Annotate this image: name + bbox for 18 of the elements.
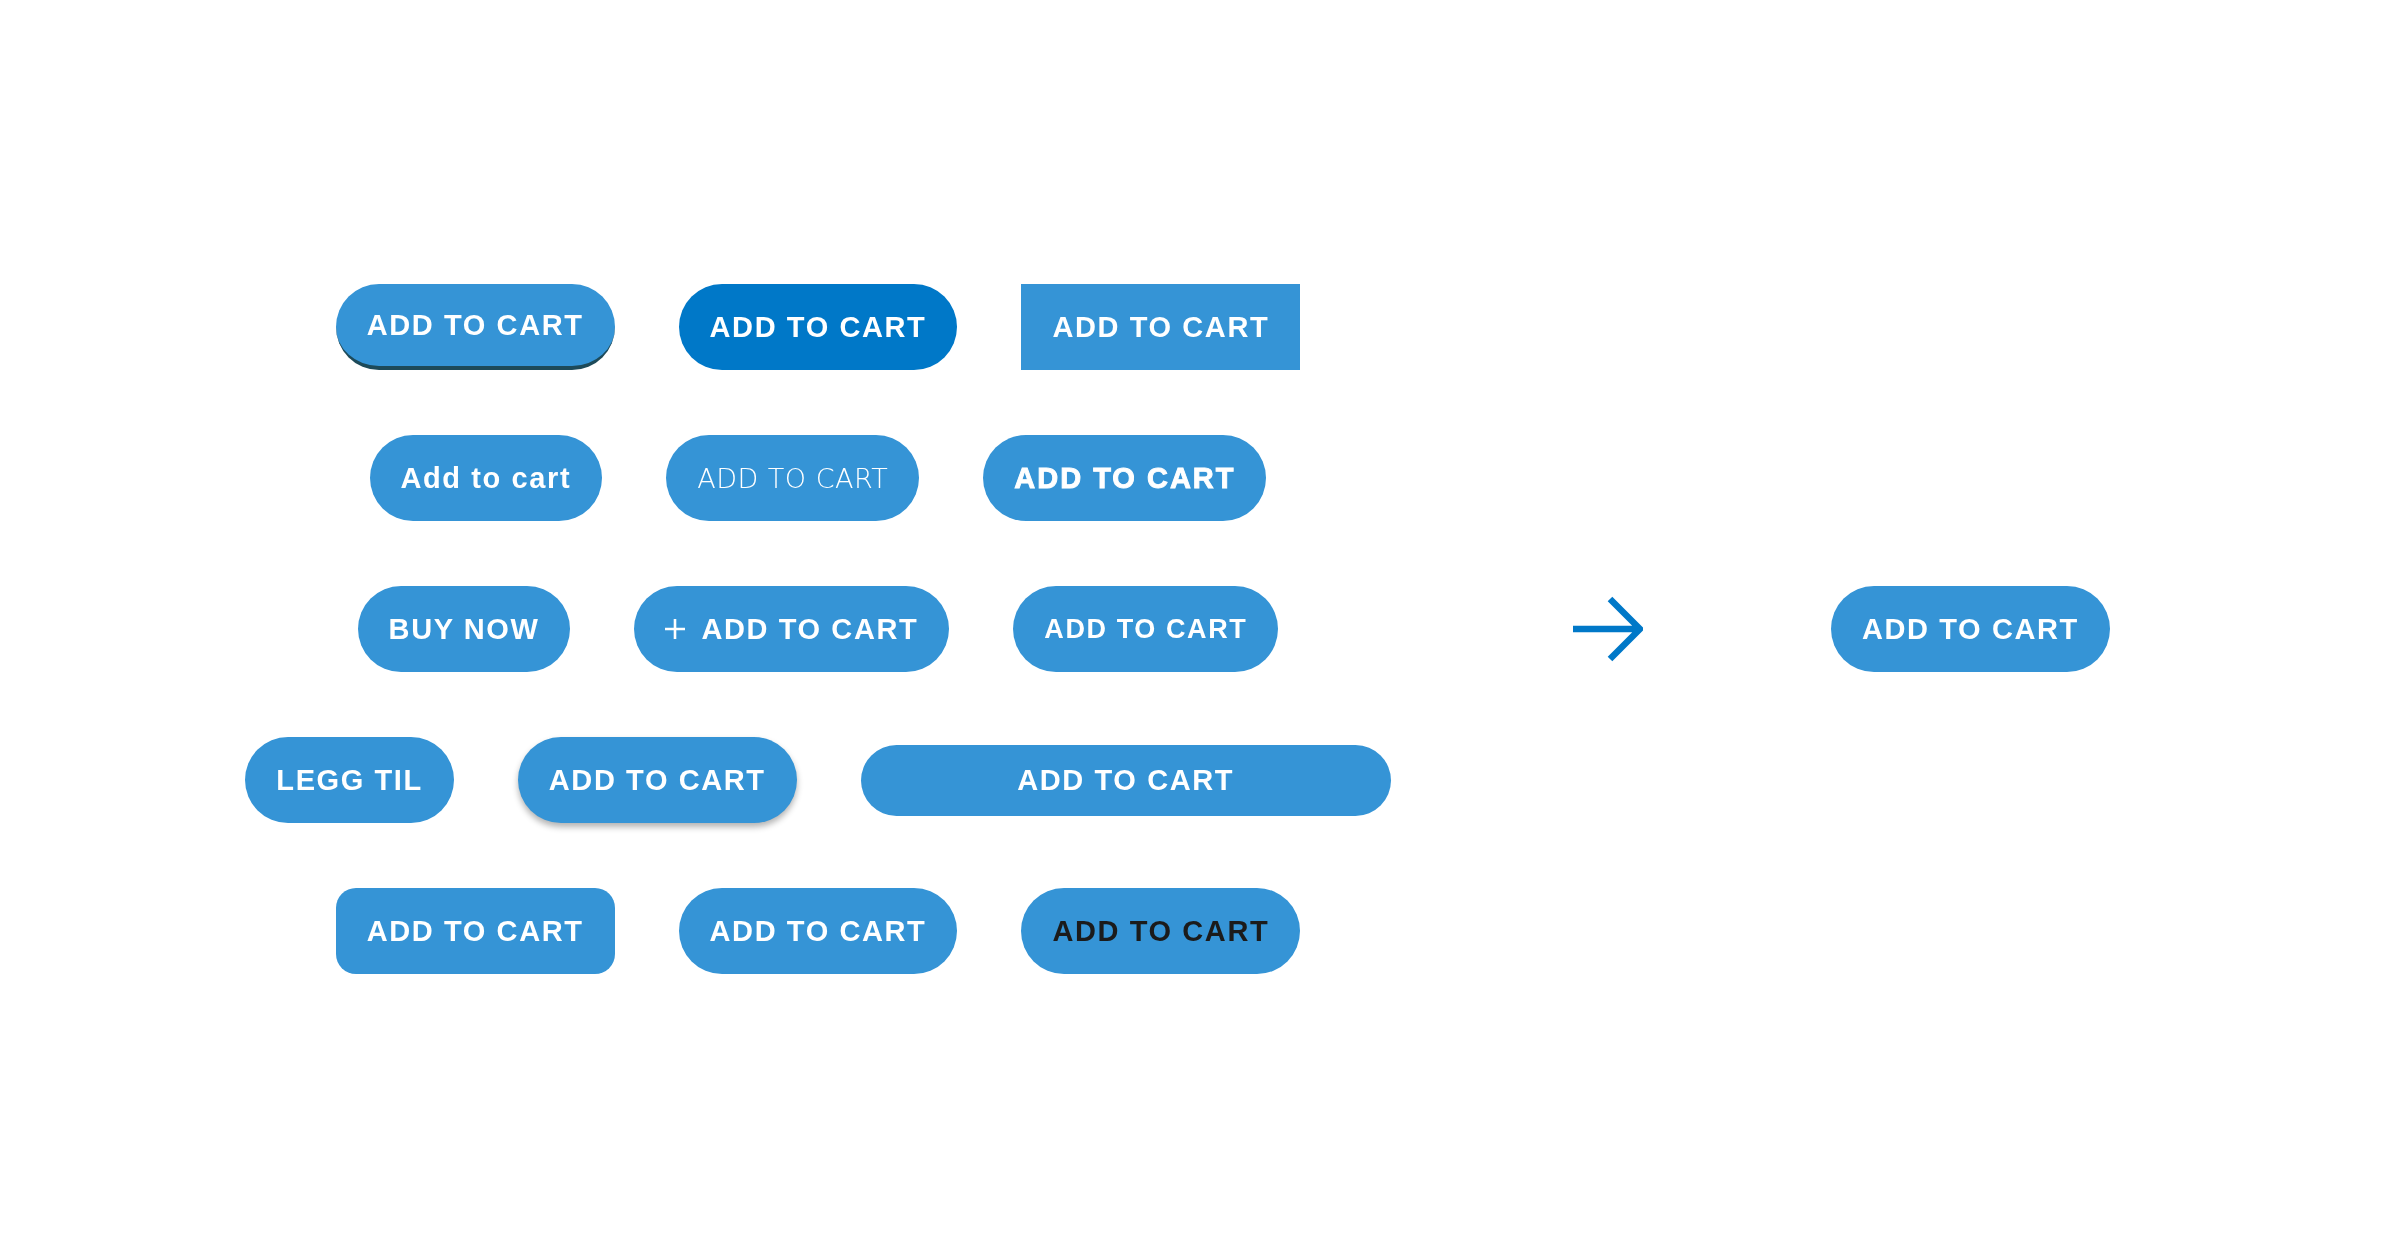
- action-button[interactable]: ADD TO CART: [678, 284, 958, 370]
- action-button[interactable]: ADD TO CART: [1021, 888, 1301, 974]
- action-button[interactable]: ADD TO CART: [634, 586, 950, 672]
- action-button[interactable]: Add to cart: [369, 435, 603, 521]
- arrow-right-icon: [1573, 596, 1643, 662]
- action-button[interactable]: ADD TO CART: [1013, 586, 1279, 672]
- plus-icon: [665, 619, 686, 639]
- action-button[interactable]: ADD TO CART: [335, 888, 615, 974]
- action-button[interactable]: LEGG TIL: [245, 737, 454, 823]
- action-button[interactable]: ADD TO CART: [678, 888, 958, 974]
- action-button[interactable]: ADD TO CART: [860, 744, 1391, 816]
- action-button[interactable]: ADD TO CART: [666, 435, 920, 521]
- action-button[interactable]: ADD TO CART: [983, 435, 1267, 521]
- action-button[interactable]: ADD TO CART: [1831, 586, 2110, 672]
- action-button[interactable]: ADD TO CART: [1021, 284, 1301, 370]
- action-button[interactable]: BUY NOW: [357, 586, 571, 672]
- action-button[interactable]: ADD TO CART: [335, 284, 615, 370]
- action-button[interactable]: ADD TO CART: [517, 737, 797, 823]
